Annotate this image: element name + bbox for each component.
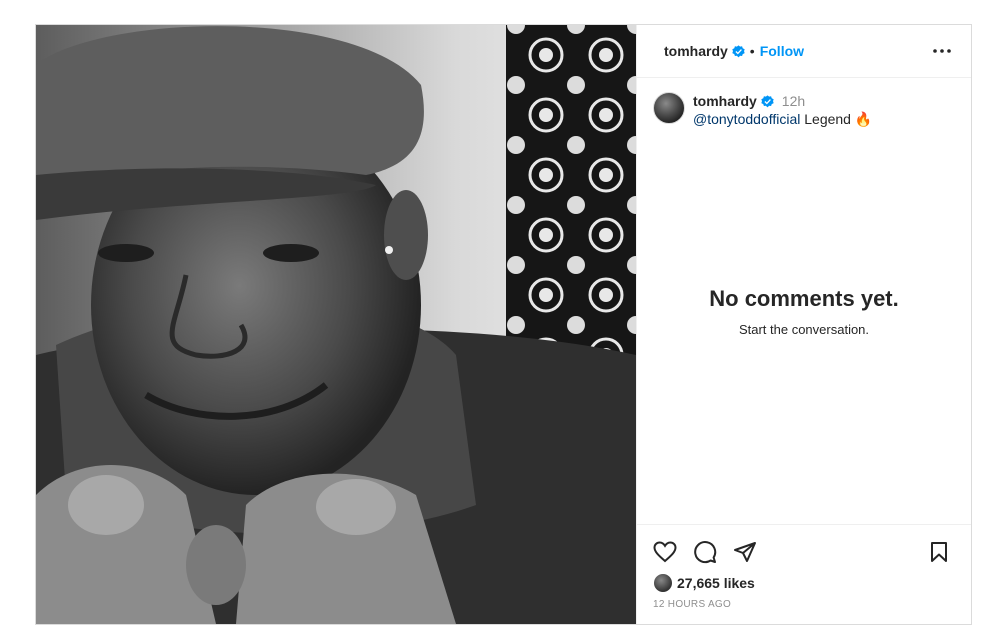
caption-avatar[interactable]: [653, 92, 685, 124]
comment-icon[interactable]: [693, 540, 717, 564]
verified-badge-icon: [732, 44, 745, 57]
caption-mention-link[interactable]: @tonytoddofficial: [693, 111, 800, 127]
action-bar: [653, 537, 955, 567]
post-caption: tomhardy 12h @tonytoddofficial Legend 🔥: [637, 78, 971, 128]
comments-empty-state: No comments yet. Start the conversation.: [637, 128, 971, 524]
post-dialog: tomhardy • Follow tomhardy 12h @tonytodd…: [35, 24, 972, 625]
caption-time[interactable]: 12h: [782, 92, 805, 110]
empty-subtitle: Start the conversation.: [738, 321, 870, 337]
post-photo: [36, 25, 636, 624]
header-separator: •: [749, 43, 755, 59]
verified-badge-icon: [761, 94, 774, 107]
likes-count[interactable]: 27,665 likes: [677, 575, 755, 591]
caption-body: tomhardy 12h @tonytoddofficial Legend 🔥: [693, 92, 872, 128]
more-options-icon[interactable]: [931, 42, 953, 60]
share-icon[interactable]: [733, 540, 757, 564]
post-timestamp[interactable]: 12 HOURS AGO: [653, 599, 955, 610]
heart-icon[interactable]: [653, 540, 677, 564]
follow-button[interactable]: Follow: [760, 43, 804, 59]
empty-title: No comments yet.: [709, 285, 899, 311]
post-header: tomhardy • Follow: [637, 25, 971, 78]
post-sidebar: tomhardy • Follow tomhardy 12h @tonytodd…: [636, 25, 971, 624]
post-image[interactable]: [36, 25, 636, 624]
liker-avatar[interactable]: [653, 573, 673, 593]
caption-text: Legend 🔥: [800, 111, 873, 127]
post-actions-section: 27,665 likes 12 HOURS AGO: [637, 524, 971, 624]
likes-row: 27,665 likes: [653, 573, 955, 593]
bookmark-icon[interactable]: [927, 540, 951, 564]
caption-username[interactable]: tomhardy: [693, 92, 757, 110]
header-username[interactable]: tomhardy: [664, 43, 728, 59]
